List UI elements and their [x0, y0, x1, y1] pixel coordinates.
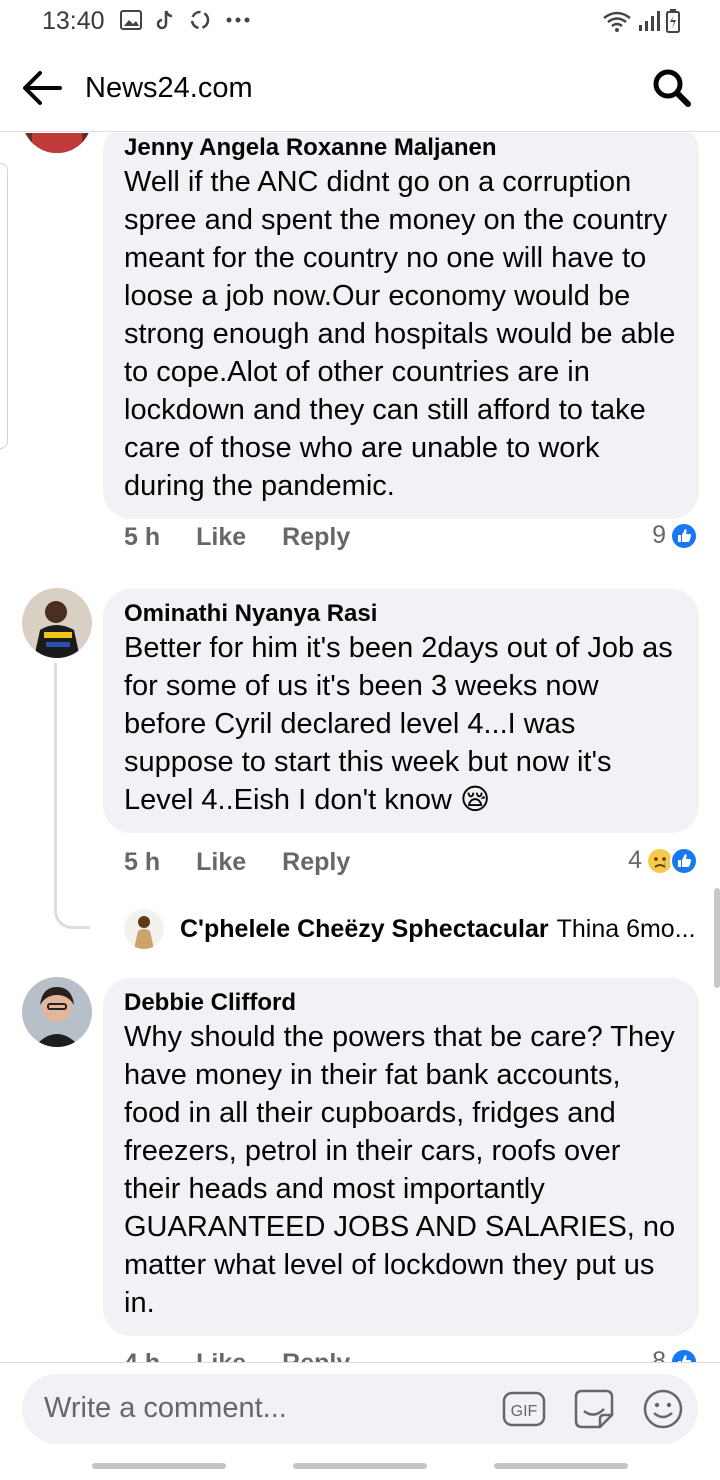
comment-actions: 5 h Like Reply	[124, 848, 386, 877]
reaction-count: 4	[628, 846, 642, 874]
comment-composer: Write a comment... GIF	[0, 1362, 720, 1452]
page-title: News24.com	[85, 72, 253, 104]
comment-actions: 4 h Like Reply	[124, 1349, 386, 1362]
wifi-icon	[603, 11, 631, 32]
comment-time: 4 h	[124, 1349, 160, 1362]
avatar[interactable]	[124, 909, 164, 949]
comment-author[interactable]: Jenny Angela Roxanne Maljanen	[124, 133, 679, 163]
comment-actions: 5 h Like Reply	[124, 523, 386, 552]
search-button[interactable]	[652, 68, 692, 108]
gif-label: GIF	[511, 1403, 538, 1420]
comment-author[interactable]: Ominathi Nyanya Rasi	[124, 599, 679, 629]
comment-text: Better for him it's been 2days out of Jo…	[124, 632, 673, 816]
like-reaction-icon	[670, 1347, 698, 1362]
reply-preview[interactable]: C'phelele Cheëzy Sphectacular Thina 6mo.…	[124, 909, 704, 949]
recents-button[interactable]	[92, 1463, 226, 1469]
back-button[interactable]	[20, 68, 64, 108]
reaction-count: 8	[652, 1347, 666, 1362]
back-nav-button[interactable]	[494, 1463, 628, 1469]
like-button[interactable]: Like	[196, 523, 246, 552]
home-button[interactable]	[293, 1463, 427, 1469]
like-button[interactable]: Like	[196, 848, 246, 877]
reply-thread-line	[54, 663, 90, 929]
gif-icon: GIF	[502, 1391, 546, 1427]
notification-icons	[120, 9, 250, 31]
avatar[interactable]	[22, 977, 92, 1047]
system-nav-bar	[0, 1452, 720, 1480]
system-icons	[602, 9, 680, 33]
gallery-icon	[120, 10, 142, 30]
reaction-summary[interactable]: 9	[652, 521, 698, 550]
emoji-button[interactable]	[641, 1387, 685, 1431]
scrollbar[interactable]	[714, 888, 720, 988]
reply-button[interactable]: Reply	[282, 523, 350, 552]
reply-snippet: Thina 6mo...	[556, 914, 696, 943]
comment-bubble[interactable]: Debbie Clifford Why should the powers th…	[103, 978, 699, 1336]
comment-time: 5 h	[124, 523, 161, 551]
like-reaction-icon	[670, 521, 698, 550]
tiktok-icon	[156, 10, 173, 30]
reaction-summary[interactable]: 4	[628, 846, 698, 875]
reply-button[interactable]: Reply	[282, 1349, 350, 1362]
comment-time: 5 h	[124, 848, 161, 876]
app-header: News24.com	[0, 44, 720, 132]
sync-icon	[190, 10, 210, 30]
comment-bubble[interactable]: Ominathi Nyanya Rasi Better for him it's…	[103, 589, 699, 833]
more-notifications-icon	[226, 17, 250, 23]
avatar[interactable]	[22, 588, 92, 658]
comment-input[interactable]: Write a comment... GIF	[22, 1374, 698, 1444]
like-button[interactable]: Like	[196, 1349, 246, 1362]
comment-bubble[interactable]: Jenny Angela Roxanne Maljanen Well if th…	[103, 133, 699, 519]
comment-author[interactable]: Debbie Clifford	[124, 988, 679, 1018]
avatar[interactable]	[22, 133, 92, 153]
emoji-icon	[643, 1389, 683, 1429]
reply-author[interactable]: C'phelele Cheëzy Sphectacular	[180, 915, 549, 944]
reaction-count: 9	[652, 521, 666, 549]
search-icon	[653, 69, 691, 107]
comment-text: Why should the powers that be care? They…	[124, 1021, 676, 1319]
status-bar: 13:40	[0, 0, 720, 44]
reply-button[interactable]: Reply	[282, 848, 350, 877]
comment-placeholder: Write a comment...	[44, 1392, 287, 1424]
battery-icon	[666, 9, 680, 33]
reaction-summary[interactable]: 8	[652, 1347, 698, 1362]
status-time: 13:40	[42, 7, 105, 35]
sticker-button[interactable]	[572, 1387, 616, 1431]
signal-icon	[639, 11, 660, 31]
comment-text: Well if the ANC didnt go on a corruption…	[124, 166, 676, 502]
arrow-left-icon	[23, 71, 62, 105]
like-reaction-icon	[670, 846, 698, 875]
sticker-icon	[574, 1389, 614, 1429]
gif-button[interactable]: GIF	[502, 1387, 546, 1431]
comments-list[interactable]: Jenny Angela Roxanne Maljanen Well if th…	[0, 133, 720, 1362]
thread-edge	[0, 163, 8, 449]
